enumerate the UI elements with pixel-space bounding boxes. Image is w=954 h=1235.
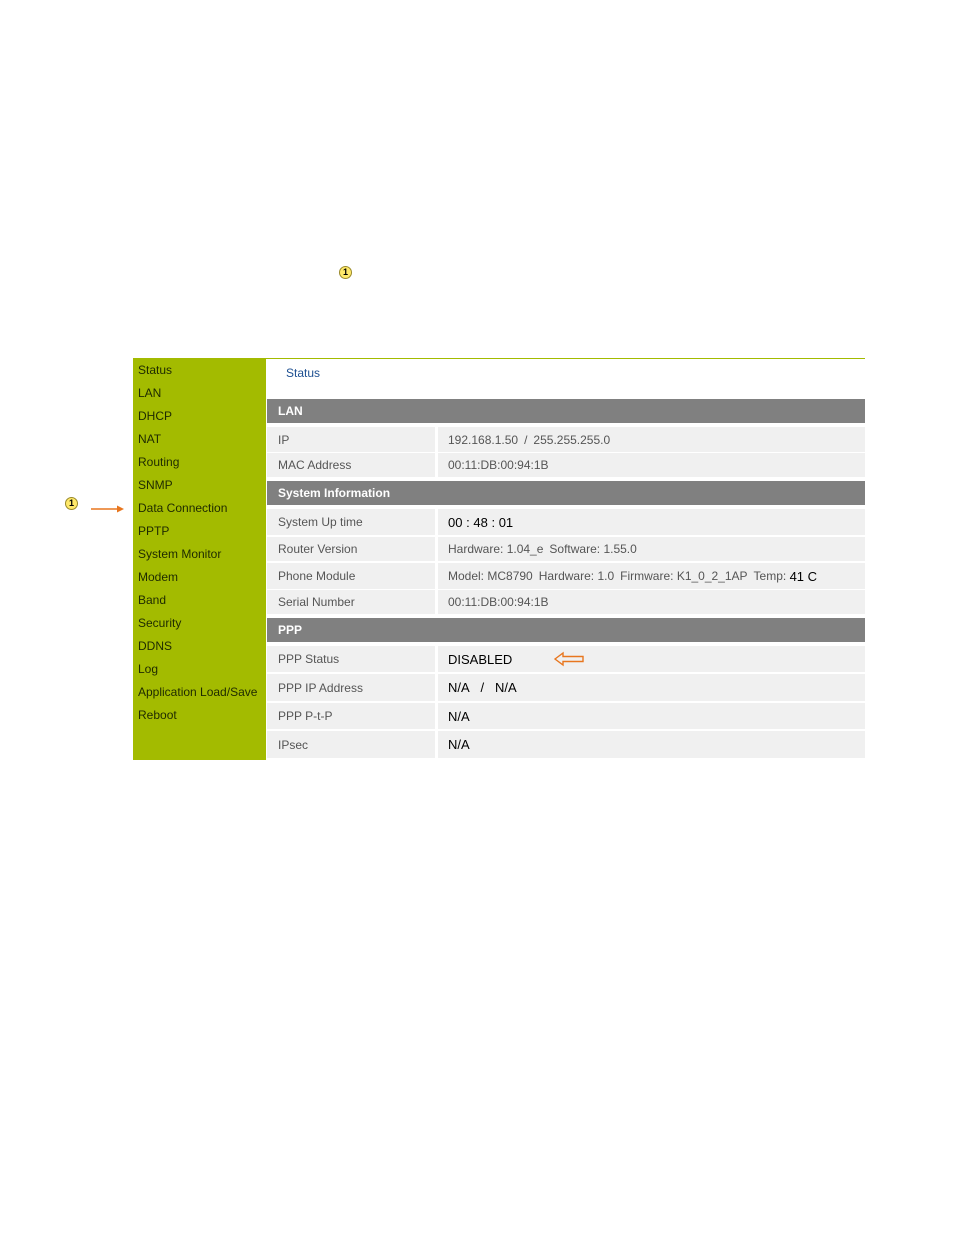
lan-mac-value: 00:11:DB:00:94:1B	[438, 453, 865, 477]
sidebar-item-reboot[interactable]: Reboot	[138, 708, 177, 722]
uptime-minutes: 48	[473, 514, 488, 530]
subnet-mask: 255.255.255.0	[533, 432, 611, 447]
arrow-left-icon	[554, 651, 585, 667]
firmware-label: Firmware:	[620, 569, 674, 583]
phone-module-value: Model: MC8790 Hardware: 1.0 Firmware: K1…	[438, 563, 865, 589]
row-label: Serial Number	[267, 590, 435, 614]
table-row: IPsec N/A	[267, 731, 865, 758]
ppp-status-text: DISABLED	[448, 651, 513, 667]
separator: /	[524, 432, 528, 447]
table-row: Router Version Hardware: 1.04_e Software…	[267, 537, 865, 561]
sidebar-item-lan[interactable]: LAN	[138, 386, 161, 400]
sidebar-item-application-load-save[interactable]: Application Load/Save	[138, 685, 257, 699]
table-row: MAC Address 00:11:DB:00:94:1B	[267, 453, 865, 477]
row-label: System Up time	[267, 509, 435, 535]
sidebar-item-band[interactable]: Band	[138, 593, 166, 607]
row-label: PPP IP Address	[267, 674, 435, 701]
row-label: IPsec	[267, 731, 435, 758]
table-row: PPP Status DISABLED	[267, 646, 865, 672]
hardware-label: Hardware:	[448, 542, 504, 556]
header-divider	[266, 358, 865, 359]
section-header-system-information: System Information	[267, 481, 865, 505]
sidebar-item-dhcp[interactable]: DHCP	[138, 409, 172, 423]
callout-marker: 1	[339, 266, 352, 279]
sidebar-item-system-monitor[interactable]: System Monitor	[138, 547, 221, 561]
sidebar-item-status[interactable]: Status	[138, 363, 172, 377]
section-header-lan: LAN	[267, 399, 865, 423]
hardware-version: 1.0	[597, 569, 615, 583]
row-label: Phone Module	[267, 563, 435, 589]
ppp-ip-value: N/A / N/A	[438, 674, 865, 701]
sidebar-item-routing[interactable]: Routing	[138, 455, 179, 469]
table-row: IP 192.168.1.50 / 255.255.255.0	[267, 427, 865, 452]
router-version-value: Hardware: 1.04_e Software: 1.55.0	[438, 537, 865, 561]
model-label: Model:	[448, 569, 485, 583]
row-label: IP	[267, 427, 435, 452]
table-row: System Up time 00 : 48 : 01	[267, 509, 865, 535]
sidebar-item-data-connection[interactable]: Data Connection	[138, 501, 227, 515]
hardware-label: Hardware:	[538, 569, 595, 583]
sidebar-item-ddns[interactable]: DDNS	[138, 639, 172, 653]
temp-label: Temp:	[753, 569, 787, 583]
temp-value: 41 C	[789, 568, 818, 584]
sidebar-item-modem[interactable]: Modem	[138, 570, 178, 584]
table-row: Serial Number 00:11:DB:00:94:1B	[267, 590, 865, 614]
sidebar-item-security[interactable]: Security	[138, 616, 181, 630]
uptime-hours: 00	[448, 514, 463, 530]
sidebar-item-snmp[interactable]: SNMP	[138, 478, 173, 492]
row-label: PPP Status	[267, 646, 435, 672]
firmware-version: K1_0_2_1AP	[676, 569, 748, 583]
ppp-ptp-value: N/A	[438, 703, 865, 729]
sidebar-item-nat[interactable]: NAT	[138, 432, 161, 446]
table-row: PPP P-t-P N/A	[267, 703, 865, 729]
model-value: MC8790	[487, 569, 533, 583]
sidebar-nav: Status LAN DHCP NAT Routing SNMP Data Co…	[133, 358, 266, 760]
separator: :	[491, 514, 496, 530]
ip-address: 192.168.1.50	[448, 432, 519, 447]
row-label: Router Version	[267, 537, 435, 561]
page-title: Status	[286, 366, 321, 380]
uptime-seconds: 01	[498, 514, 514, 530]
ipsec-value: N/A	[438, 731, 865, 758]
uptime-value: 00 : 48 : 01	[438, 509, 865, 535]
callout-marker: 1	[65, 497, 78, 510]
ppp-status-value: DISABLED	[438, 646, 865, 672]
sidebar-item-log[interactable]: Log	[138, 662, 158, 676]
table-row: PPP IP Address N/A / N/A	[267, 674, 865, 701]
table-row: Phone Module Model: MC8790 Hardware: 1.0…	[267, 563, 865, 589]
row-label: MAC Address	[267, 453, 435, 477]
hardware-version: 1.04_e	[506, 542, 544, 556]
section-header-ppp: PPP	[267, 618, 865, 642]
ppp-local-ip: N/A	[448, 680, 470, 695]
sidebar-item-pptp[interactable]: PPTP	[138, 524, 169, 538]
separator: :	[466, 514, 470, 530]
lan-ip-value: 192.168.1.50 / 255.255.255.0	[438, 427, 865, 452]
ppp-remote-ip: N/A	[494, 680, 517, 695]
separator: /	[480, 680, 485, 695]
row-label: PPP P-t-P	[267, 703, 435, 729]
serial-number-value: 00:11:DB:00:94:1B	[438, 590, 865, 614]
software-version: 1.55.0	[603, 542, 637, 556]
software-label: Software:	[549, 542, 601, 556]
arrow-right-icon	[91, 505, 124, 513]
